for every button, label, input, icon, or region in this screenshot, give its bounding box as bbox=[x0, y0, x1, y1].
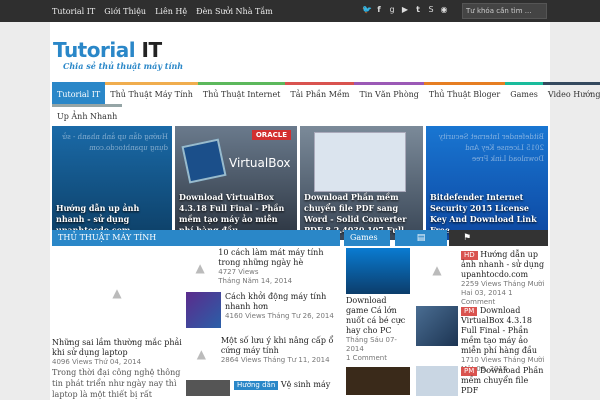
tags-icon: ⚑ bbox=[463, 233, 472, 243]
game-date: Tháng Sáu 07-2014 bbox=[346, 336, 397, 353]
recent-thumbnail-placeholder[interactable]: ▲ bbox=[416, 250, 458, 290]
featured-slider: Hướng dẫn up ảnh nhanh - sử dụng upanhto… bbox=[52, 126, 548, 240]
pdf-thumbnail[interactable] bbox=[416, 366, 458, 396]
games-post: Download game Cá lớn nuốt cá bé cực hay … bbox=[346, 248, 410, 395]
search-placeholder: Tư khóa cần tìm ... bbox=[466, 7, 532, 15]
list-item-meta: 4160 Views Tháng Tư 26, 2014 bbox=[225, 312, 342, 321]
recent-meta: 2259 Views Tháng Mười Hai 03, 2014 1 Com… bbox=[461, 280, 548, 307]
recent-item: ▲ HD Hướng dẫn up ảnh nhanh - sử dụng up… bbox=[416, 250, 548, 306]
recent-badge[interactable]: PM bbox=[461, 367, 478, 376]
tab-tags[interactable]: ⚑ bbox=[449, 230, 548, 246]
youtube-icon[interactable]: ▶ bbox=[401, 5, 409, 14]
recent-views: 1710 Views bbox=[461, 356, 502, 364]
nav-item-office[interactable]: Tin Văn Phòng bbox=[354, 82, 424, 104]
slide-4-mirror-text: Bitdefender Internet Security 2015 Licen… bbox=[438, 133, 544, 163]
nav-item-video[interactable]: Video Hướng Dẫn bbox=[542, 82, 600, 104]
top-nav: Tutorial IT Giới Thiệu Liên Hệ Đèn Sưởi … bbox=[52, 0, 273, 22]
list-item: Hướng dẫn Vệ sinh máy bbox=[186, 380, 342, 396]
recent-item: PM Download Phần mềm chuyển file PDF bbox=[416, 366, 548, 396]
post-list: ▲ 10 cách làm mát máy tính trong những n… bbox=[186, 248, 342, 396]
section-header-games[interactable]: Games bbox=[344, 230, 390, 246]
list-thumbnail-placeholder[interactable]: ▲ bbox=[186, 336, 217, 372]
top-nav-about[interactable]: Giới Thiệu bbox=[104, 7, 146, 16]
facebook-icon[interactable]: f bbox=[375, 5, 383, 14]
featured-title[interactable]: Những sai lầm thường mắc phải khi sử dụn… bbox=[52, 338, 182, 358]
google-plus-icon[interactable]: g bbox=[388, 5, 396, 14]
list-item: ▲ 10 cách làm mát máy tính trong những n… bbox=[186, 248, 342, 292]
list-item-date: Tháng Năm 14, 2014 bbox=[218, 277, 293, 285]
social-icons: 🐦 f g ▶ t S ◉ bbox=[362, 5, 448, 14]
list-item-views: 4160 Views bbox=[225, 312, 266, 320]
nav-item-home[interactable]: Tutorial IT bbox=[52, 82, 106, 104]
logo-tagline: Chia sẻ thủ thuật máy tính bbox=[63, 61, 184, 71]
tab-recent[interactable]: ▤ bbox=[395, 230, 447, 246]
recent-posts: ▲ HD Hướng dẫn up ảnh nhanh - sử dụng up… bbox=[416, 250, 548, 396]
list-item-date: Tháng Tư 26, 2014 bbox=[267, 312, 334, 320]
featured-post: ▲ Những sai lầm thường mắc phải khi sử d… bbox=[52, 250, 182, 400]
slide-3[interactable]: Download Phần mềm chuyển file PDF sang W… bbox=[300, 126, 423, 240]
twitter-icon[interactable]: 🐦 bbox=[362, 5, 372, 14]
list-thumbnail-placeholder[interactable]: ▲ bbox=[186, 248, 215, 288]
list-item-date: Tháng Tư 11, 2014 bbox=[263, 356, 330, 364]
rss-icon[interactable]: ◉ bbox=[440, 5, 448, 14]
list-item-title[interactable]: 10 cách làm mát máy tính trong những ngà… bbox=[218, 248, 342, 268]
top-nav-heater[interactable]: Đèn Sưởi Nhà Tắm bbox=[196, 7, 273, 16]
file-icon: ▤ bbox=[416, 233, 426, 243]
featured-meta: 4096 Views Thứ 04, 2014 bbox=[52, 358, 182, 367]
slide-2[interactable]: ORACLE VirtualBox Download VirtualBox 4.… bbox=[175, 126, 297, 240]
recent-badge[interactable]: PM bbox=[461, 307, 478, 316]
logo-part2: IT bbox=[141, 38, 163, 62]
game-thumbnail-2[interactable] bbox=[346, 367, 410, 395]
virtualbox-logo-text: VirtualBox bbox=[229, 156, 291, 170]
game-thumbnail[interactable] bbox=[346, 248, 410, 294]
featured-excerpt: Trong thời đại công nghệ thông tin phát … bbox=[52, 368, 181, 399]
recent-badge[interactable]: HD bbox=[461, 251, 478, 260]
logo-part1: Tutorial bbox=[53, 38, 136, 62]
list-item-title[interactable]: Vệ sinh máy bbox=[281, 380, 330, 389]
site-logo[interactable]: Tutorial IT Chia sẻ thủ thuật máy tính bbox=[53, 40, 183, 71]
slide-1[interactable]: Hướng dẫn up ảnh nhanh - sử dụng upanhto… bbox=[52, 126, 172, 240]
list-item-views: 2864 Views bbox=[220, 356, 262, 364]
list-item-title[interactable]: Cách khởi động máy tính nhanh hơn bbox=[225, 292, 342, 312]
list-item-title[interactable]: Một số lưu ý khi nâng cấp ổ cứng máy tín… bbox=[221, 336, 342, 356]
section-header-computer-tips[interactable]: THỦ THUẬT MÁY TÍNH bbox=[52, 230, 340, 246]
game-title[interactable]: Download game Cá lớn nuốt cá bé cực hay … bbox=[346, 296, 410, 336]
page-container: Tutorial IT Chia sẻ thủ thuật máy tính T… bbox=[50, 22, 600, 400]
slide-1-mirror-text: Hướng dẫn up ảnh nhanh - sử dụng upanhto… bbox=[62, 133, 168, 152]
virtualbox-thumbnail[interactable] bbox=[416, 306, 458, 346]
recent-item: PM Download VirtualBox 4.3.18 Full Final… bbox=[416, 306, 548, 373]
windows8-thumbnail[interactable] bbox=[186, 292, 222, 328]
featured-views: 4096 Views bbox=[52, 358, 93, 366]
search-input[interactable]: Tư khóa cần tìm ... bbox=[462, 3, 547, 19]
top-bar: Tutorial IT Giới Thiệu Liên Hệ Đèn Sưởi … bbox=[0, 0, 600, 22]
slide-4[interactable]: Bitdefender Internet Security 2015 Licen… bbox=[426, 126, 548, 240]
tumblr-icon[interactable]: t bbox=[414, 5, 422, 14]
nav-item-internet-tips[interactable]: Thủ Thuật Internet bbox=[197, 82, 286, 104]
list-item: ▲ Một số lưu ý khi nâng cấp ổ cứng máy t… bbox=[186, 336, 342, 380]
skype-icon[interactable]: S bbox=[427, 5, 435, 14]
game-comments[interactable]: 1 Comment bbox=[346, 354, 410, 363]
top-nav-contact[interactable]: Liên Hệ bbox=[155, 7, 187, 16]
list-item: Cách khởi động máy tính nhanh hơn 4160 V… bbox=[186, 292, 342, 336]
nav-item-computer-tips[interactable]: Thủ Thuật Máy Tính bbox=[105, 82, 198, 104]
featured-date: Thứ 04, 2014 bbox=[94, 358, 142, 366]
nav-item-games[interactable]: Games bbox=[505, 82, 543, 104]
nav-item-blogger[interactable]: Thủ Thuật Bloger bbox=[423, 82, 506, 104]
list-item-meta: 2864 Views Tháng Tư 11, 2014 bbox=[221, 356, 342, 365]
list-item-views: 4727 Views bbox=[218, 268, 259, 276]
featured-thumbnail-placeholder[interactable]: ▲ bbox=[52, 250, 182, 336]
virtualbox-cube-icon bbox=[181, 138, 227, 184]
nav-item-upload[interactable]: Up Ảnh Nhanh bbox=[52, 104, 123, 126]
pdf-window-icon bbox=[314, 132, 406, 192]
main-nav: Tutorial IT Thủ Thuật Máy Tính Thủ Thuật… bbox=[52, 82, 600, 126]
top-nav-home[interactable]: Tutorial IT bbox=[52, 7, 95, 16]
recent-views: 2259 Views bbox=[461, 280, 502, 288]
nav-item-software[interactable]: Tải Phần Mềm bbox=[285, 82, 355, 104]
oracle-logo: ORACLE bbox=[251, 130, 291, 140]
category-badge[interactable]: Hướng dẫn bbox=[234, 381, 279, 390]
list-thumbnail[interactable] bbox=[186, 380, 230, 396]
